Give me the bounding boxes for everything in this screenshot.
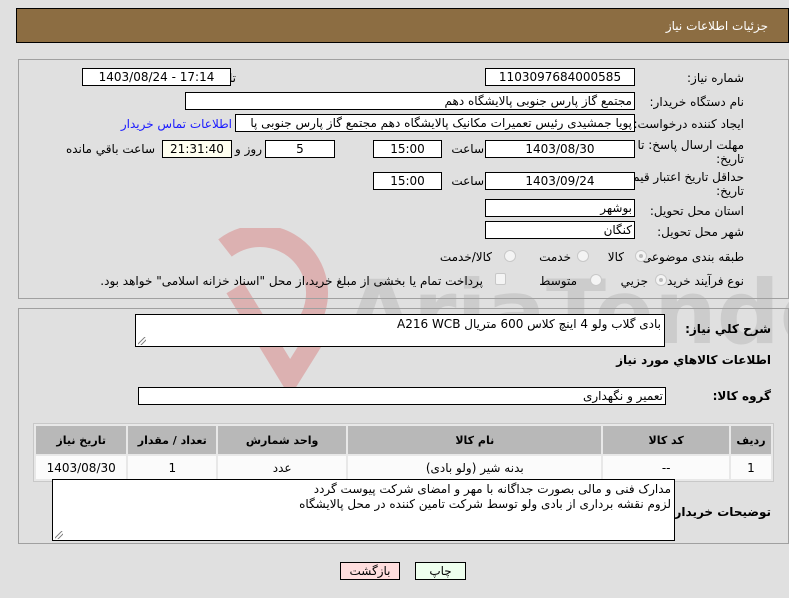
buyer-notes-line-2: لزوم نقشه برداری از بادی ولو توسط شرکت ت…	[299, 497, 671, 511]
buyer-org-label: نام دستگاه خریدار:	[649, 95, 745, 109]
requester-field: پویا جمشیدی رئیس تعمیرات مکانیک پالایشگا…	[235, 114, 635, 132]
goods-info-title: اطلاعات کالاهاي مورد نیاز	[616, 353, 771, 367]
buyer-notes-line-1: مدارک فنی و مالی بصورت جداگانه با مهر و …	[313, 482, 671, 496]
treasury-bonds-label: پرداخت تمام یا بخشی از مبلغ خرید،از محل …	[100, 274, 483, 288]
col-goods-name: نام کالا	[348, 426, 602, 454]
buyer-notes-textarea[interactable]: مدارک فنی و مالی بصورت جداگانه با مهر و …	[52, 479, 675, 541]
col-unit: واحد شمارش	[218, 426, 347, 454]
cell-goods-name: بدنه شیر (ولو بادی)	[348, 456, 602, 479]
remaining-days-field: 5	[265, 140, 335, 158]
reply-deadline-time-field: 15:00	[373, 140, 442, 158]
description-label: شرح کلي نیاز:	[685, 322, 771, 336]
reply-time-label: ساعت	[451, 142, 484, 156]
category-label: طبقه بندی موضوعی:	[637, 250, 744, 264]
resize-grip-icon[interactable]	[55, 531, 63, 539]
description-text: بادی گلاب ولو 4 اینچ کلاس 600 متریال A21…	[397, 317, 661, 331]
category-radio-service[interactable]	[577, 250, 589, 262]
table-row: 1 -- بدنه شیر (ولو بادی) عدد 1 1403/08/3…	[36, 456, 771, 479]
treasury-bonds-checkbox[interactable]	[495, 273, 506, 285]
goods-table-header: ردیف کد کالا نام کالا واحد شمارش تعداد /…	[36, 426, 771, 454]
resize-grip-icon[interactable]	[138, 337, 146, 345]
description-textarea[interactable]: بادی گلاب ولو 4 اینچ کلاس 600 متریال A21…	[135, 314, 665, 347]
col-goods-code: کد کالا	[603, 426, 729, 454]
print-button[interactable]: چاپ	[415, 562, 466, 580]
need-number-field: 1103097684000585	[485, 68, 635, 86]
cell-need-date: 1403/08/30	[36, 456, 127, 479]
buyer-contact-link[interactable]: اطلاعات تماس خریدار	[121, 117, 232, 131]
page-title: جزئیات اطلاعات نیاز	[665, 19, 768, 33]
days-label: روز و	[235, 142, 262, 156]
category-option-goods-service: کالا/خدمت	[439, 250, 492, 264]
cell-row-number: 1	[730, 456, 771, 479]
reply-deadline-label: مهلت ارسال پاسخ: تا تاریخ:	[634, 138, 744, 166]
purchase-type-option-medium: متوسط	[539, 274, 577, 288]
purchase-type-radio-minor[interactable]	[655, 274, 667, 286]
buyer-org-field: مجتمع گاز پارس جنوبی پالایشگاه دهم	[185, 92, 635, 110]
remaining-time-label: ساعت باقي مانده	[65, 142, 155, 156]
province-label: استان محل تحویل:	[649, 204, 744, 218]
col-need-date: تاریخ نیاز	[36, 426, 127, 454]
purchase-type-label: نوع فرآیند خرید :	[659, 274, 744, 288]
col-row-number: ردیف	[730, 426, 771, 454]
buyer-notes-label: توضیحات خریدار:	[669, 505, 771, 519]
city-field: کنگان	[485, 221, 635, 239]
reply-deadline-label-text: مهلت ارسال پاسخ: تا تاریخ:	[637, 138, 744, 166]
goods-table: ردیف کد کالا نام کالا واحد شمارش تعداد /…	[33, 423, 774, 482]
announce-datetime-field: 1403/08/24 - 17:14	[82, 68, 231, 86]
requester-label: ایجاد کننده درخواست:	[633, 117, 744, 131]
need-number-label: شماره نیاز:	[687, 71, 744, 85]
city-label: شهر محل تحویل:	[657, 225, 744, 239]
remaining-time-field: 21:31:40	[162, 140, 232, 158]
cell-quantity: 1	[128, 456, 217, 479]
reply-deadline-date-field: 1403/08/30	[485, 140, 635, 158]
price-validity-date-field: 1403/09/24	[485, 172, 635, 190]
purchase-type-option-minor: جزیي	[620, 274, 648, 288]
col-quantity: تعداد / مقدار	[128, 426, 217, 454]
back-button[interactable]: بازگشت	[340, 562, 400, 580]
category-option-goods: کالا	[607, 250, 624, 264]
purchase-type-radio-medium[interactable]	[590, 274, 602, 286]
page-header: جزئیات اطلاعات نیاز	[16, 8, 789, 43]
goods-group-field: تعمیر و نگهداری	[138, 387, 666, 405]
category-radio-goods-service[interactable]	[504, 250, 516, 262]
cell-unit: عدد	[218, 456, 347, 479]
price-validity-time-label: ساعت	[451, 174, 484, 188]
category-radio-goods[interactable]	[635, 250, 647, 262]
price-validity-time-field: 15:00	[373, 172, 442, 190]
goods-group-label: گروه کالا:	[712, 389, 771, 403]
cell-goods-code: --	[603, 456, 729, 479]
province-field: بوشهر	[485, 199, 635, 217]
category-option-service: خدمت	[539, 250, 571, 264]
